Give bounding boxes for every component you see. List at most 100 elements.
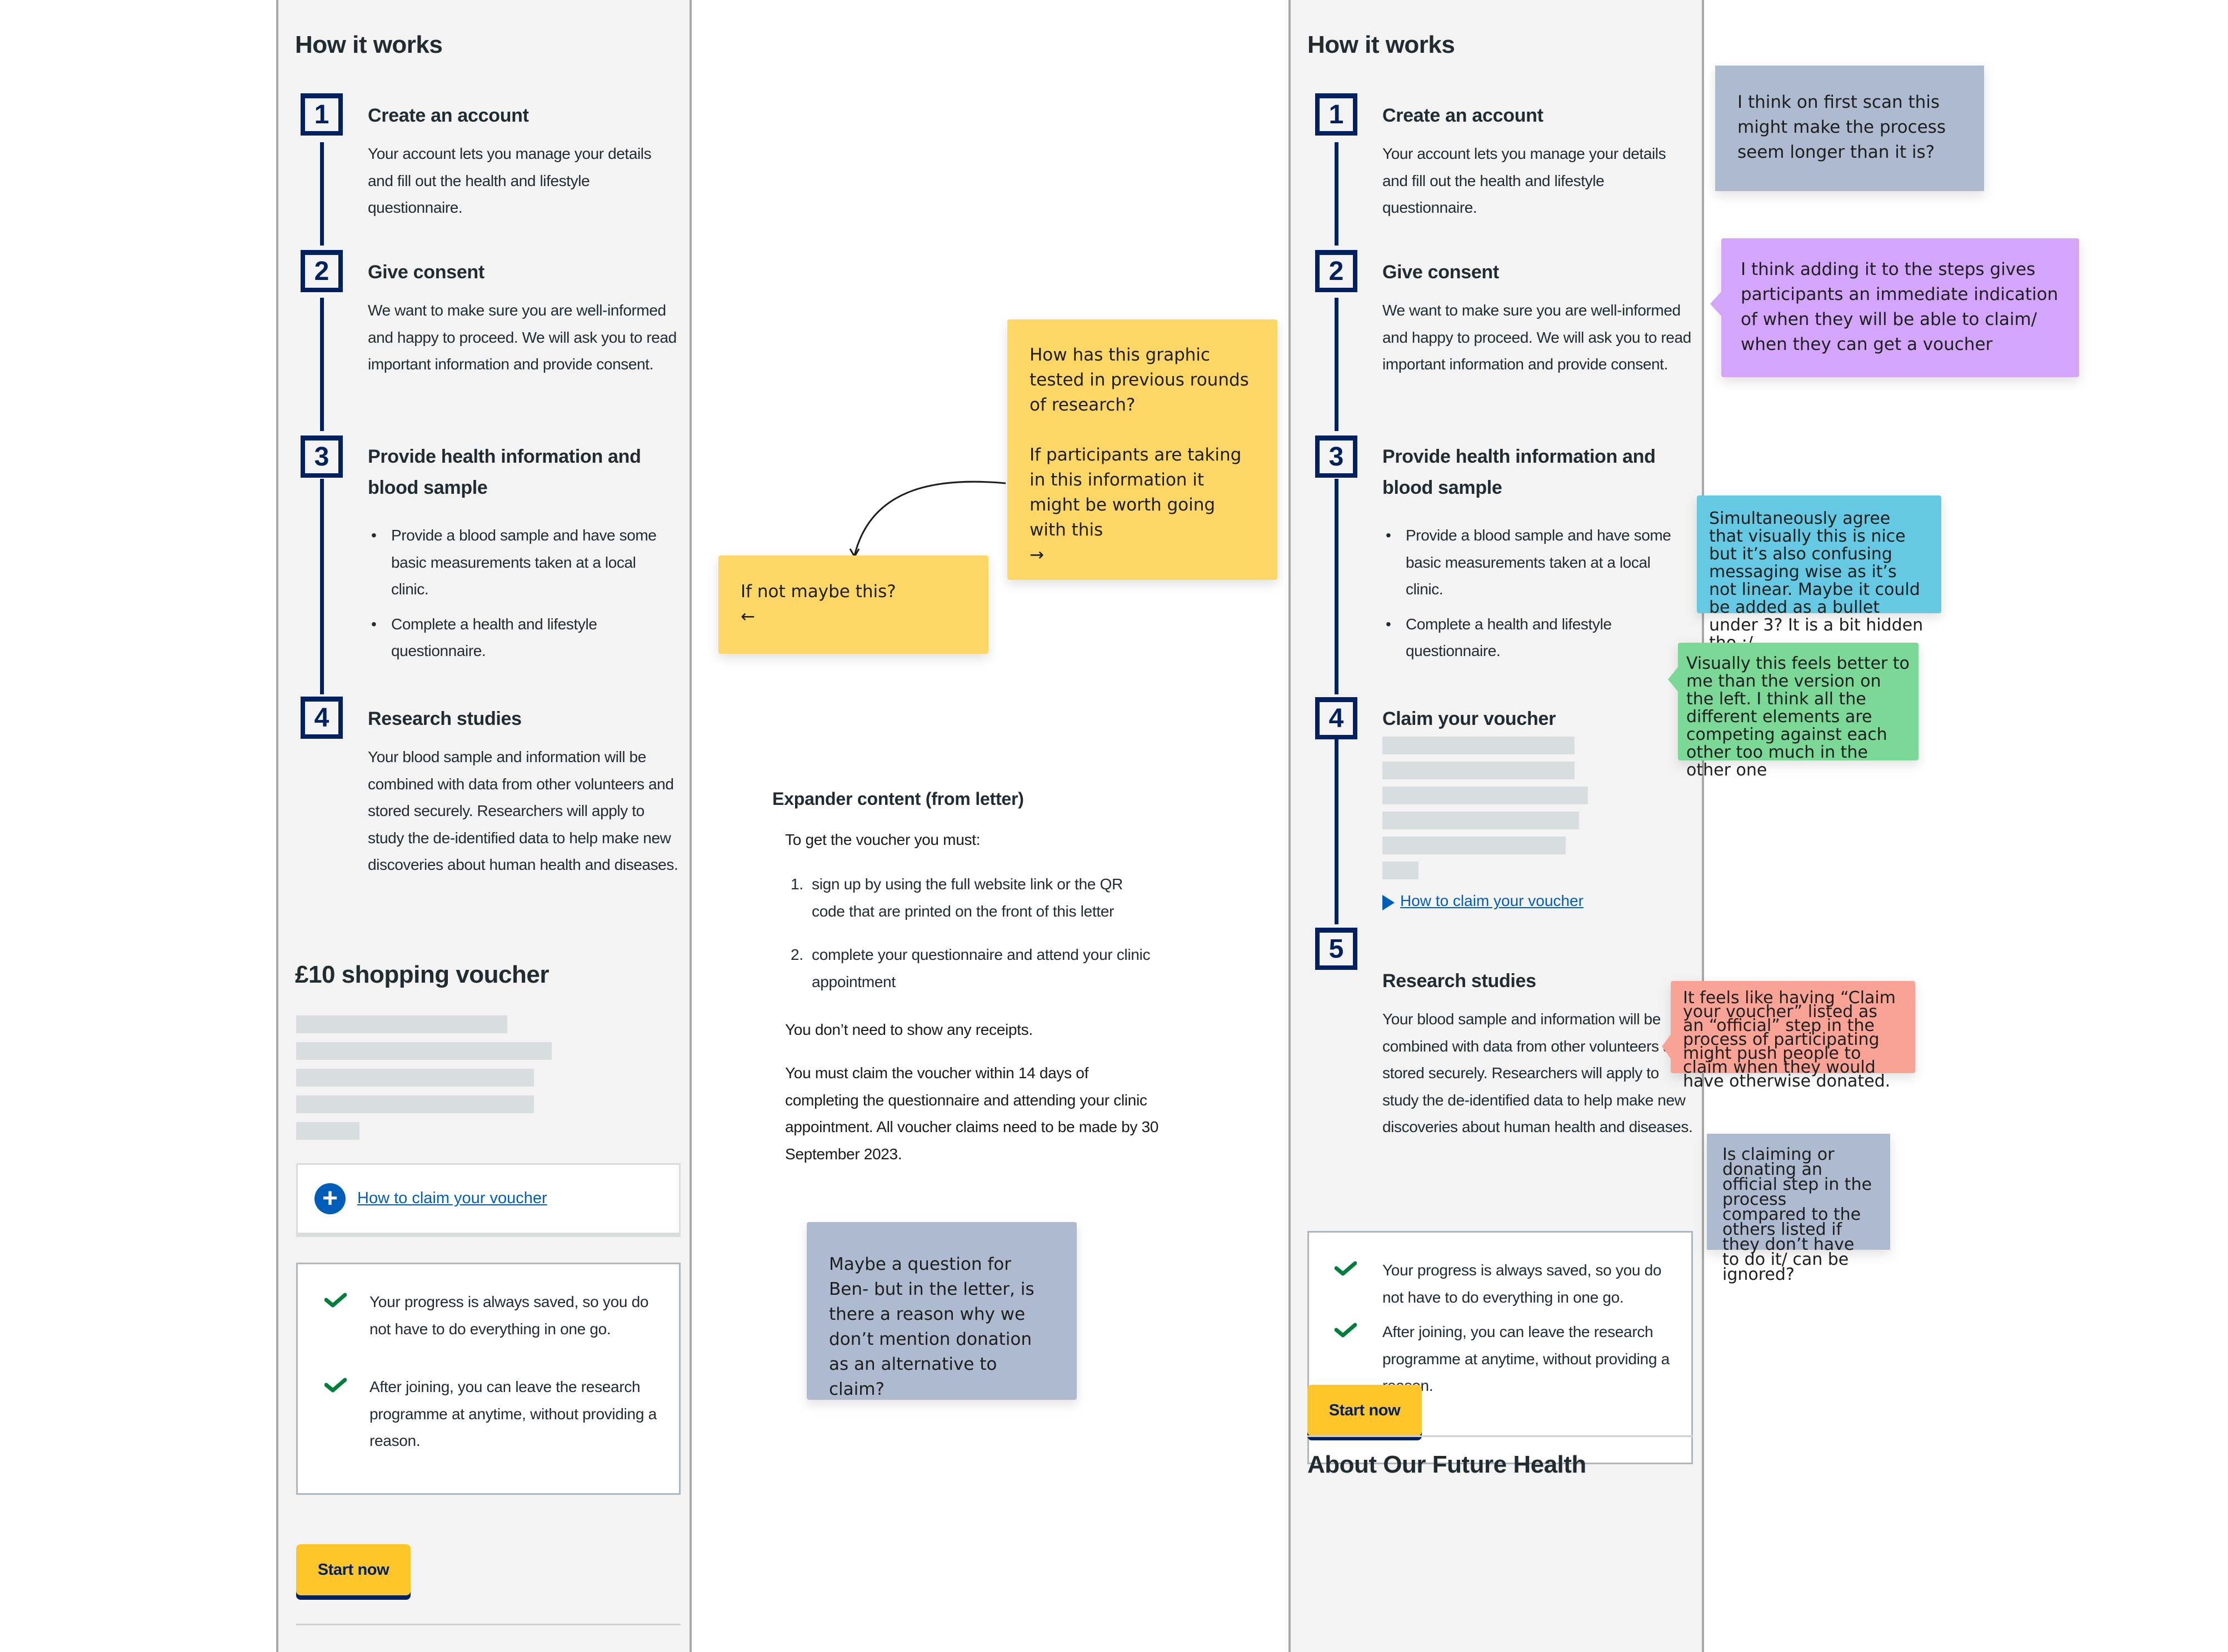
step-connector (320, 479, 324, 694)
connector-arrow (849, 480, 1006, 559)
sticky-text: Maybe a question for Ben- but in the let… (829, 1254, 1035, 1399)
step-title: Give consent (368, 262, 484, 283)
text-placeholder (296, 1042, 552, 1060)
text-placeholder (1382, 787, 1588, 804)
step-connector (1335, 298, 1338, 431)
right-design-panel: How it works 1 Create an account Your ac… (1288, 0, 1704, 1652)
sticky-text: It feels like having “Claim your voucher… (1683, 988, 1896, 1091)
step-connector (1335, 479, 1338, 694)
text-placeholder (296, 1069, 534, 1087)
sticky-note-adding-steps: I think adding it to the steps gives par… (1710, 238, 2079, 377)
step-number-3: 3 (301, 435, 343, 478)
start-now-button[interactable]: Start now (1307, 1385, 1422, 1436)
step-number-5: 5 (1315, 928, 1357, 970)
check-text: Your progress is always saved, so you do… (1382, 1261, 1662, 1306)
about-heading: About Our Future Health (1307, 1451, 1586, 1478)
how-to-claim-link[interactable]: How to claim your voucher (357, 1189, 547, 1208)
sticky-text: I think on first scan this might make th… (1737, 92, 1946, 162)
step-number-4: 4 (301, 697, 343, 739)
step-connector (320, 142, 324, 246)
check-text: After joining, you can leave the researc… (369, 1378, 657, 1449)
list-number: 2. (791, 946, 803, 963)
sticky-note-if-not: If not maybe this? ← (718, 555, 988, 654)
step-bullets: Provide a blood sample and have some bas… (368, 522, 662, 673)
sticky-text: Is claiming or donating an official step… (1722, 1145, 1872, 1284)
text-placeholder (296, 1122, 359, 1140)
step-title: Provide health information and blood sam… (1382, 446, 1656, 498)
check-icon (324, 1293, 347, 1308)
bullet-item: Provide a blood sample and have some bas… (368, 522, 662, 603)
step-number-2: 2 (1315, 250, 1357, 292)
step-number-1: 1 (1315, 93, 1357, 136)
text-placeholder (1382, 762, 1575, 779)
step-description: We want to make sure you are well-inform… (1382, 302, 1691, 373)
step-connector (1335, 142, 1338, 246)
step-number-4: 4 (1315, 697, 1357, 739)
text-placeholder (296, 1095, 534, 1113)
sticky-text: If not maybe this? ← (741, 582, 896, 627)
step-description: Your blood sample and information will b… (368, 748, 678, 873)
list-text: sign up by using the full website link o… (812, 875, 1123, 920)
check-text: Your progress is always saved, so you do… (369, 1293, 649, 1338)
text-placeholder (1382, 837, 1566, 854)
sticky-text: Simultaneously agree that visually this … (1709, 509, 1924, 652)
step-number-1: 1 (301, 93, 343, 136)
divider (1307, 1435, 1693, 1437)
sticky-note-first-scan: I think on first scan this might make th… (1715, 66, 1984, 191)
step-title: Create an account (1382, 105, 1543, 126)
check-icon (1335, 1323, 1357, 1338)
pointer-tip (1668, 667, 1678, 692)
step-description: We want to make sure you are well-inform… (368, 302, 677, 373)
sticky-note-visually-better: Visually this feels better to me than th… (1668, 643, 1919, 779)
bullet-item: Provide a blood sample and have some bas… (1382, 522, 1677, 603)
step-number-2: 2 (301, 250, 343, 292)
step-title: Claim your voucher (1382, 708, 1556, 729)
how-to-claim-details-link[interactable]: How to claim your voucher (1400, 892, 1583, 910)
letter-step-item: 2. complete your questionnaire and attend… (785, 942, 1152, 995)
letter-content-title: Expander content (from letter) (772, 789, 1024, 809)
plus-icon: + (314, 1183, 346, 1214)
how-it-works-heading: How it works (295, 31, 443, 58)
text-placeholder (1382, 812, 1579, 829)
left-design-panel: How it works 1 Create an account Your ac… (276, 0, 692, 1652)
text-placeholder (1382, 862, 1418, 879)
divider (296, 1624, 681, 1625)
start-now-button[interactable]: Start now (296, 1544, 411, 1595)
sticky-text: I think adding it to the steps gives par… (1741, 259, 2059, 354)
step-connector (1335, 735, 1338, 924)
check-icon (1335, 1261, 1357, 1276)
step-number-3: 3 (1315, 435, 1357, 478)
letter-step-item: 1. sign up by using the full website link… (785, 871, 1152, 925)
voucher-expander[interactable]: + How to claim your voucher (296, 1163, 681, 1234)
step-title: Provide health information and blood sam… (368, 446, 641, 498)
letter-receipts: You don’t need to show any receipts. (785, 1021, 1033, 1038)
list-number: 1. (791, 875, 803, 893)
sticky-note-simultaneously: Simultaneously agree that visually this … (1697, 495, 1941, 652)
step-title: Research studies (1382, 970, 1536, 992)
letter-deadline: You must claim the voucher within 14 day… (785, 1064, 1159, 1163)
bullet-item: Complete a health and lifestyle question… (1382, 611, 1677, 665)
sticky-note-ben-question: Maybe a question for Ben- but in the let… (807, 1222, 1077, 1400)
text-placeholder (1382, 737, 1575, 754)
step-description: Your account lets you manage your detail… (368, 145, 652, 216)
letter-intro: To get the voucher you must: (785, 831, 981, 848)
step-description: Your blood sample and information will b… (1382, 1010, 1693, 1135)
reassurance-card: Your progress is always saved, so you do… (296, 1263, 681, 1495)
voucher-heading: £10 shopping voucher (295, 961, 549, 988)
caret-right-icon[interactable] (1382, 895, 1395, 910)
pointer-tip (1662, 1034, 1671, 1059)
step-title: Research studies (368, 708, 522, 729)
step-bullets: Provide a blood sample and have some bas… (1382, 522, 1677, 673)
letter-steps-list: 1. sign up by using the full website link… (785, 871, 1152, 1012)
sticky-text: How has this graphic tested in previous … (1030, 345, 1249, 565)
bullet-item: Complete a health and lifestyle question… (368, 611, 662, 665)
sticky-note-graphic-question: How has this graphic tested in previous … (1007, 319, 1277, 580)
step-title: Give consent (1382, 262, 1499, 283)
check-icon (324, 1378, 347, 1393)
sticky-note-official-step: It feels like having “Claim your voucher… (1662, 981, 1915, 1090)
step-connector (320, 298, 324, 431)
pointer-tip (1710, 292, 1721, 316)
text-placeholder (296, 1015, 507, 1033)
how-it-works-heading: How it works (1307, 31, 1455, 58)
step-description: Your account lets you manage your detail… (1382, 145, 1666, 216)
